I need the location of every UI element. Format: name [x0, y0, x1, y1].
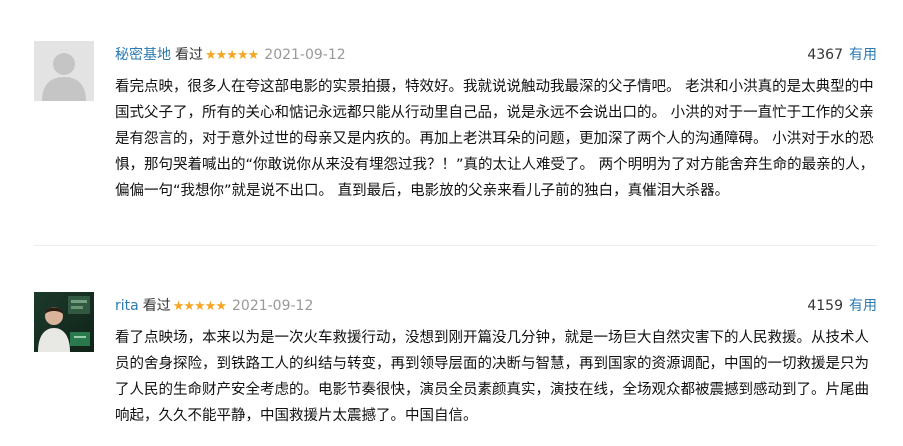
useful-button[interactable]: 有用 — [849, 298, 877, 314]
username-link[interactable]: rita — [115, 298, 139, 314]
useful-button[interactable]: 有用 — [849, 47, 877, 63]
review-date: 2021-09-12 — [264, 47, 346, 63]
vote-count: 4159 — [807, 298, 843, 314]
review-divider — [34, 245, 877, 246]
user-photo-avatar[interactable] — [34, 292, 94, 352]
review-content: 看了点映场，本来以为是一次火车救援行动，没想到刚开篇没几分钟，就是一场巨大自然灾… — [115, 330, 869, 424]
watch-status: 看过 — [175, 47, 203, 63]
default-user-avatar-icon[interactable] — [34, 41, 94, 101]
review-meta: 秘密基地 看过 ★★★★★ 2021-09-12 — [115, 45, 346, 65]
star-rating: ★★★★★ — [205, 48, 259, 63]
vote-area: 4367 有用 — [807, 45, 877, 65]
vote-count: 4367 — [807, 47, 843, 63]
review-date: 2021-09-12 — [232, 298, 314, 314]
review-meta: rita 看过 ★★★★★ 2021-09-12 — [115, 296, 313, 316]
watch-status: 看过 — [142, 298, 171, 314]
review-content: 看完点映，很多人在夸这部电影的实景拍摄，特效好。我就说说触动我最深的父子情吧。 … — [115, 79, 875, 199]
vote-area: 4159 有用 — [807, 296, 877, 316]
star-rating: ★★★★★ — [172, 299, 227, 314]
username-link[interactable]: 秘密基地 — [115, 47, 171, 63]
